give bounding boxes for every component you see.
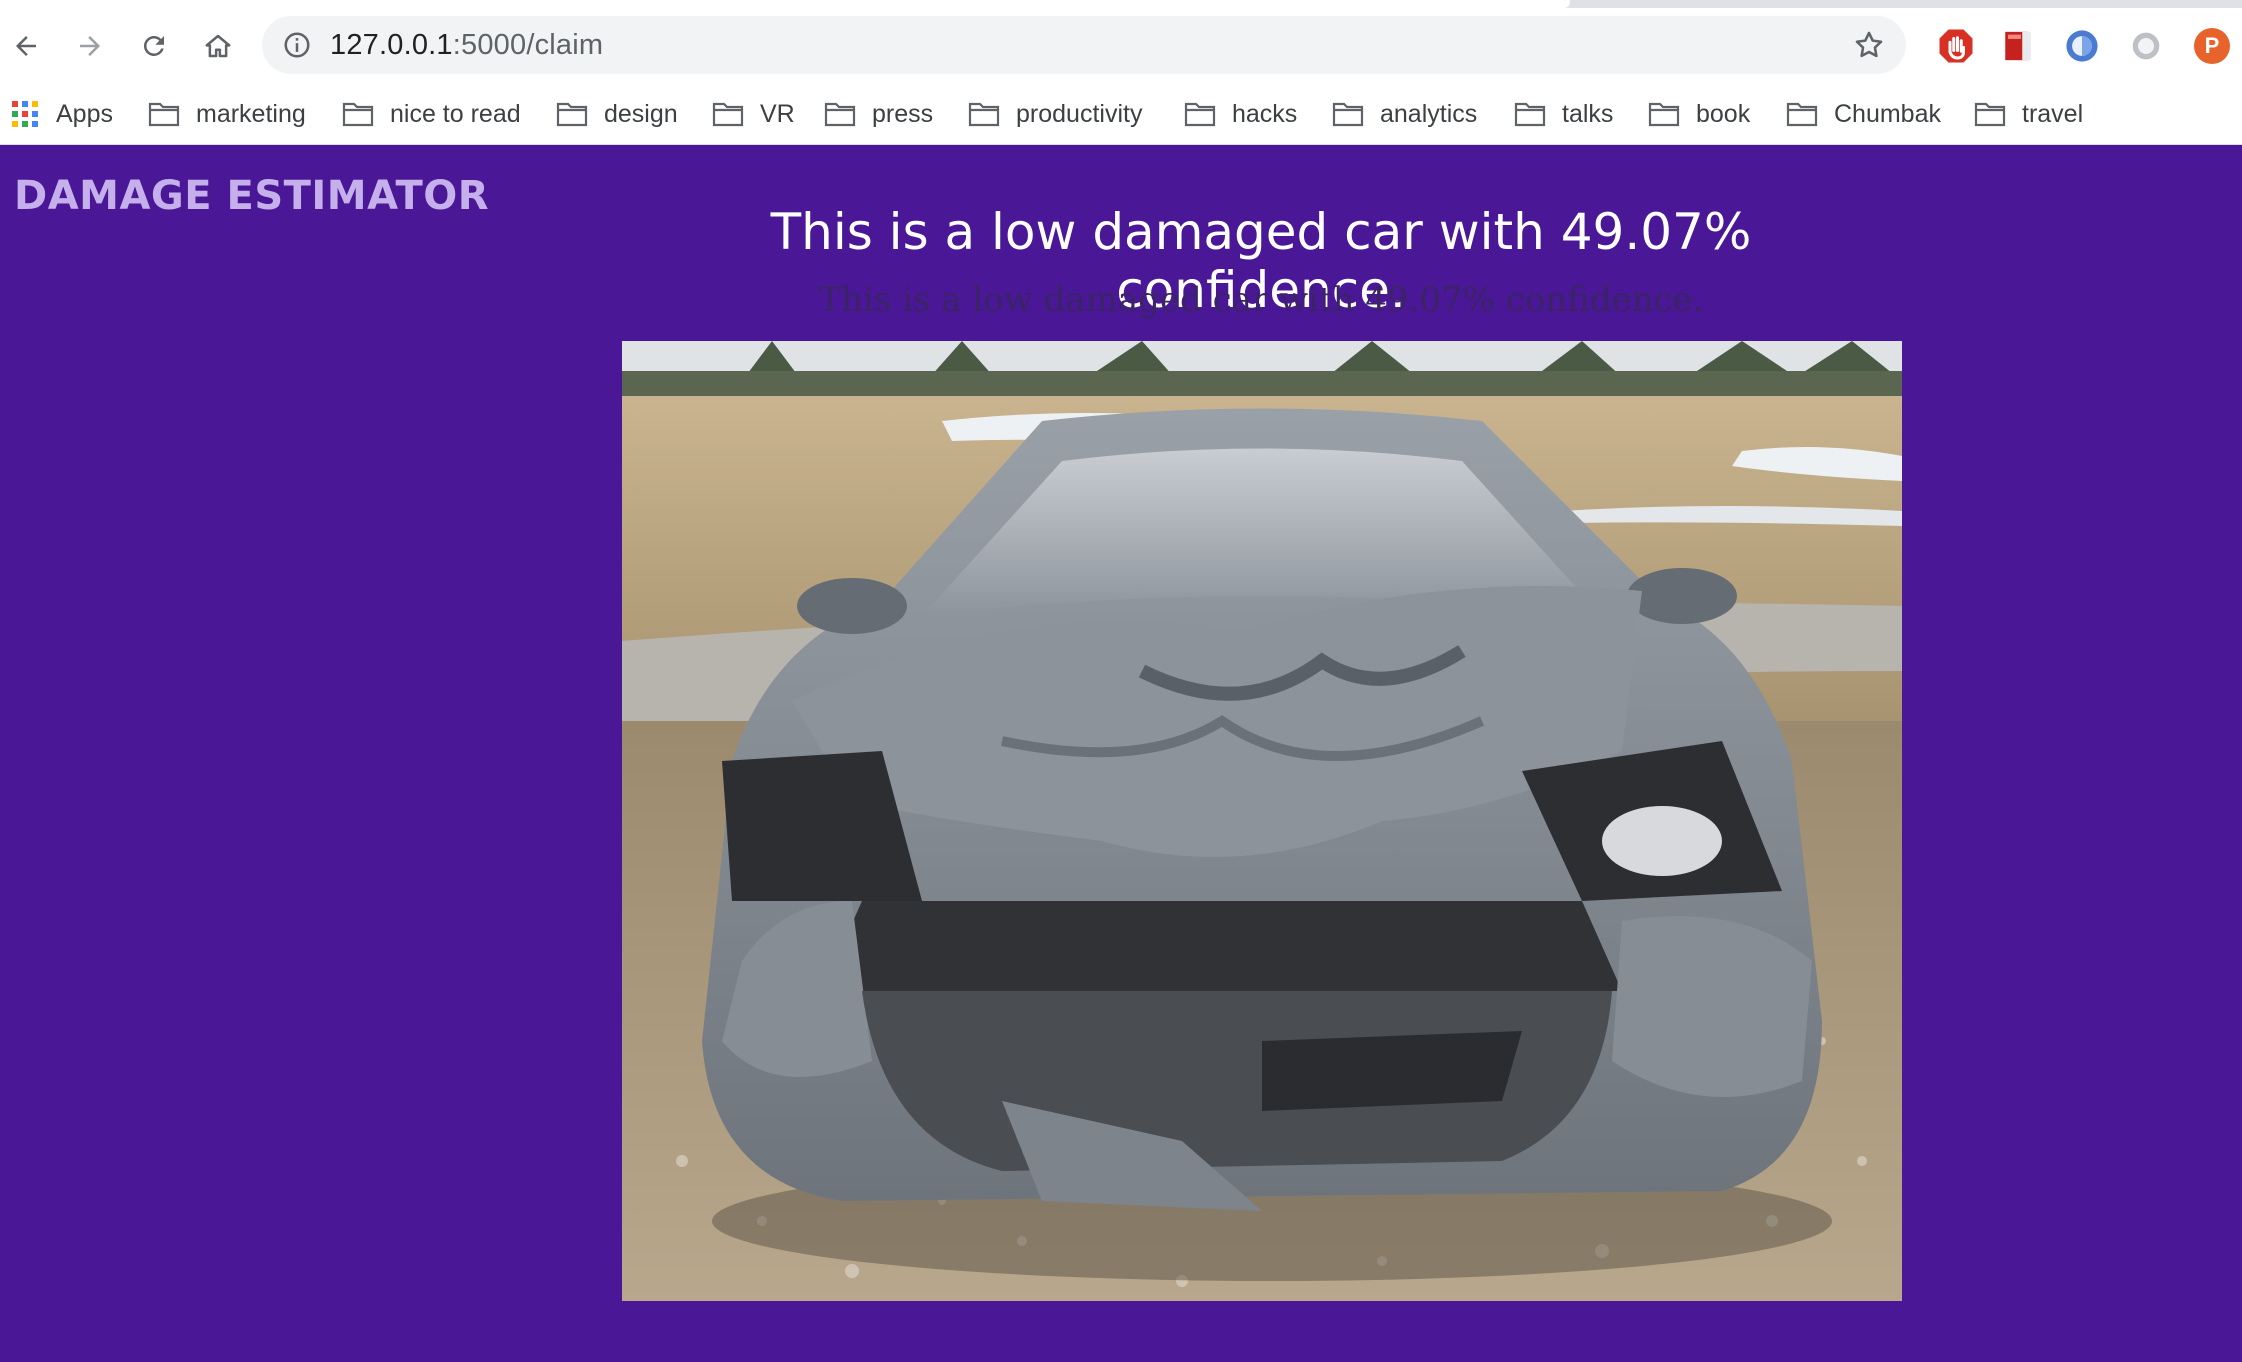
bookmark-label: Apps bbox=[56, 99, 113, 128]
bookmark-label: productivity bbox=[1016, 99, 1143, 128]
globe-icon bbox=[2066, 30, 2098, 62]
bookmark-label: analytics bbox=[1380, 99, 1478, 128]
folder-icon bbox=[1974, 102, 2006, 127]
arrow-right-icon bbox=[80, 36, 100, 56]
stop-hand-icon bbox=[1939, 29, 1973, 63]
bookmark-folder-design[interactable]: design bbox=[556, 92, 678, 136]
url-text[interactable]: 127.0.0.1:5000/claim bbox=[330, 29, 603, 62]
ad-blocker-extension[interactable] bbox=[1938, 28, 1974, 64]
folder-icon bbox=[1184, 102, 1216, 127]
profile-extension[interactable]: P bbox=[2194, 28, 2230, 64]
bookmarks-bar: Apps marketing nice to read design VR pr… bbox=[0, 88, 2242, 145]
folder-icon bbox=[1514, 102, 1546, 127]
bookmark-folder-marketing[interactable]: marketing bbox=[148, 92, 306, 136]
circle-extension[interactable] bbox=[2128, 28, 2164, 64]
folder-icon bbox=[968, 102, 1000, 127]
bookmark-label: VR bbox=[760, 99, 795, 128]
bookmark-folder-travel[interactable]: travel bbox=[1974, 92, 2083, 136]
ring-icon bbox=[2132, 32, 2160, 60]
folder-icon bbox=[1648, 102, 1680, 127]
page-content: DAMAGE ESTIMATOR This is a low damaged c… bbox=[0, 145, 2242, 1362]
address-bar[interactable]: 127.0.0.1:5000/claim bbox=[262, 16, 1906, 74]
bookmark-label: travel bbox=[2022, 99, 2084, 128]
bookmark-star-icon[interactable] bbox=[1852, 28, 1886, 62]
url-host: 127.0.0.1 bbox=[330, 29, 453, 61]
bookmark-label: hacks bbox=[1232, 99, 1298, 128]
browser-toolbar: 127.0.0.1:5000/claim P bbox=[0, 8, 2242, 88]
bookmark-extension[interactable] bbox=[2000, 28, 2036, 64]
folder-icon bbox=[712, 102, 744, 127]
bookmark-folder-nice-to-read[interactable]: nice to read bbox=[342, 92, 521, 136]
bookmark-folder-talks[interactable]: talks bbox=[1514, 92, 1613, 136]
profile-letter: P bbox=[2204, 33, 2220, 58]
bookmark-apps[interactable]: Apps bbox=[12, 92, 113, 136]
damaged-car-photo bbox=[622, 341, 1902, 1301]
reload-button[interactable] bbox=[132, 24, 176, 68]
folder-icon bbox=[148, 102, 180, 127]
apps-grid-icon bbox=[12, 101, 38, 127]
car-illustration bbox=[622, 341, 1902, 1301]
bookmark-label: talks bbox=[1562, 99, 1614, 128]
brand-title[interactable]: DAMAGE ESTIMATOR bbox=[14, 173, 489, 219]
tab-strip bbox=[0, 0, 2242, 8]
result-subline: This is a low damaged car with 49.07% co… bbox=[818, 280, 1704, 320]
arrow-left-icon bbox=[16, 36, 36, 56]
reload-icon bbox=[143, 35, 164, 56]
active-tab[interactable] bbox=[0, 0, 1570, 8]
folder-icon bbox=[1332, 102, 1364, 127]
sync-extension[interactable] bbox=[2064, 28, 2100, 64]
folder-icon bbox=[342, 102, 374, 127]
bookmark-label: press bbox=[872, 99, 934, 128]
home-icon bbox=[205, 34, 231, 58]
bookmark-label: Chumbak bbox=[1834, 99, 1941, 128]
bookmark-label: nice to read bbox=[390, 99, 521, 128]
folder-icon bbox=[824, 102, 856, 127]
home-button[interactable] bbox=[196, 24, 240, 68]
bookmark-folder-hacks[interactable]: hacks bbox=[1184, 92, 1297, 136]
bookmark-folder-productivity[interactable]: productivity bbox=[968, 92, 1142, 136]
folder-icon bbox=[556, 102, 588, 127]
bookmark-folder-analytics[interactable]: analytics bbox=[1332, 92, 1477, 136]
bookmark-folder-chumbak[interactable]: Chumbak bbox=[1786, 92, 1941, 136]
bookmark-label: design bbox=[604, 99, 678, 128]
bookmark-folder-press[interactable]: press bbox=[824, 92, 933, 136]
forward-button[interactable] bbox=[68, 24, 112, 68]
bookmark-label: marketing bbox=[196, 99, 306, 128]
info-icon[interactable] bbox=[282, 30, 312, 60]
bookmark-folder-book[interactable]: book bbox=[1648, 92, 1750, 136]
bookmark-folder-vr[interactable]: VR bbox=[712, 92, 795, 136]
back-button[interactable] bbox=[4, 24, 48, 68]
url-path: :5000/claim bbox=[452, 29, 604, 61]
bookmark-label: book bbox=[1696, 99, 1751, 128]
folder-icon bbox=[1786, 102, 1818, 127]
book-icon bbox=[2005, 31, 2031, 61]
